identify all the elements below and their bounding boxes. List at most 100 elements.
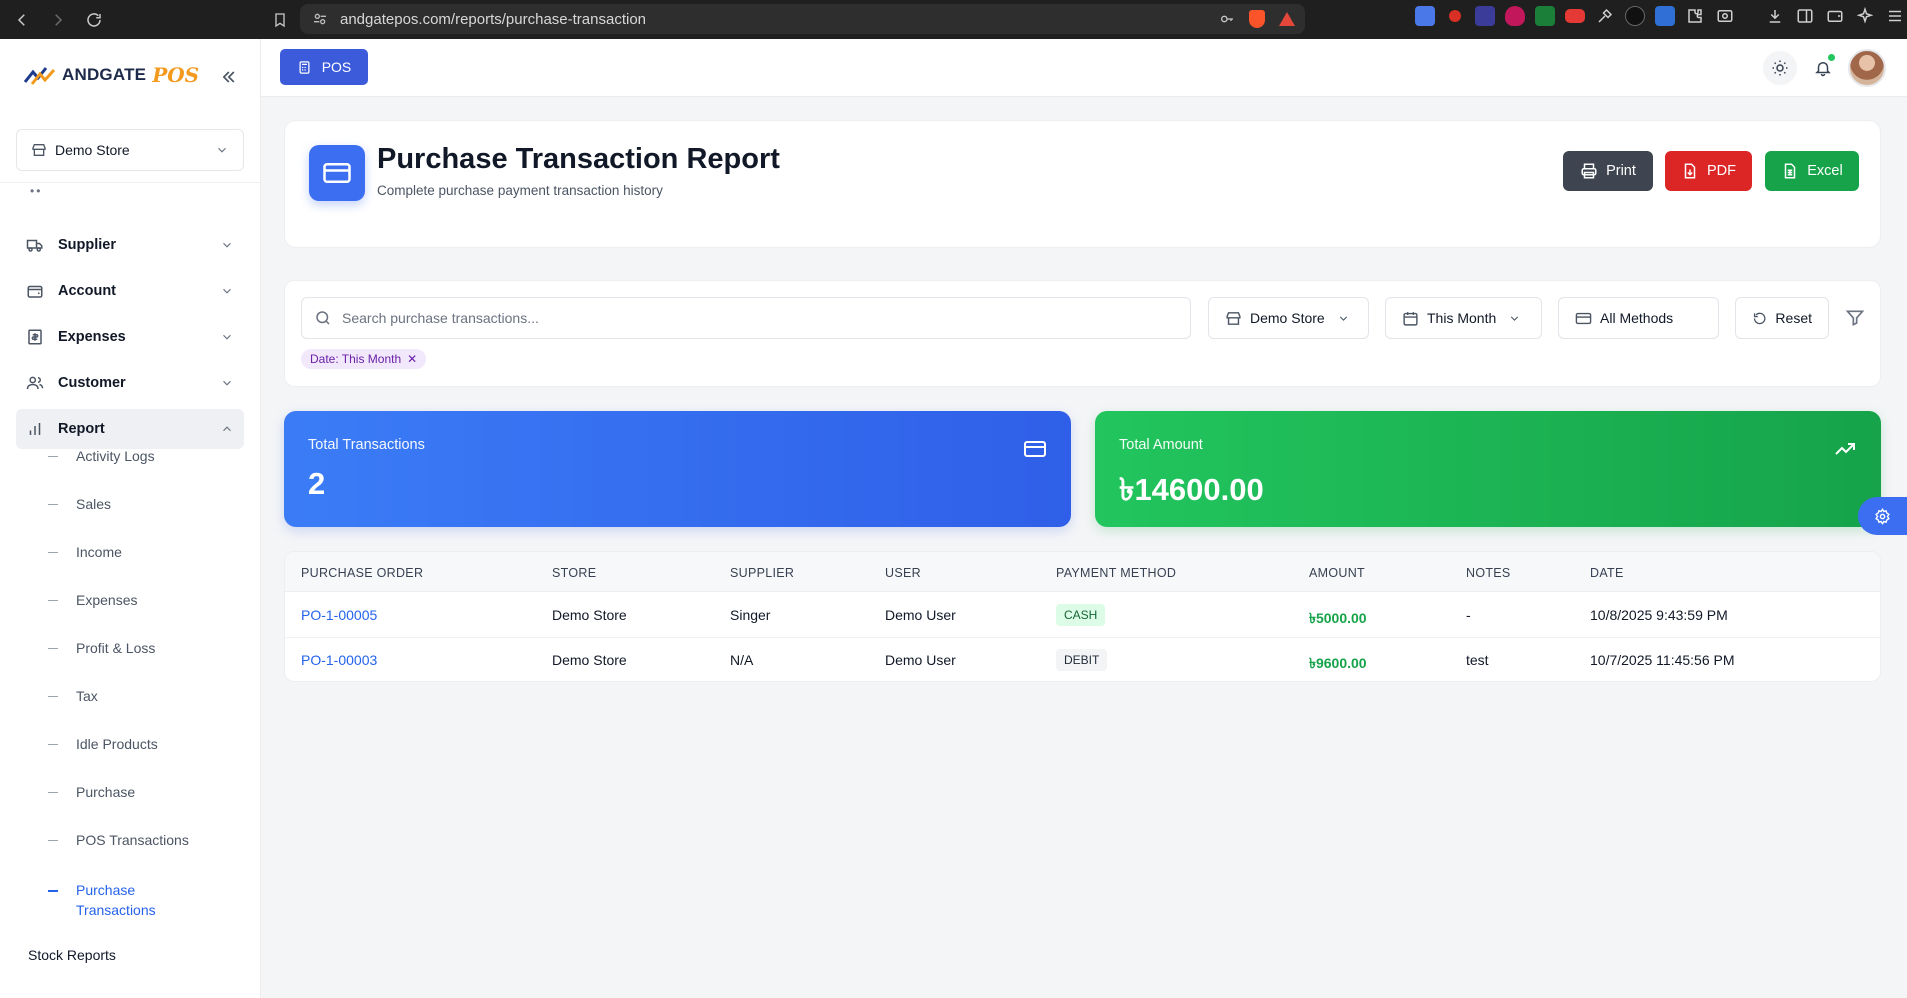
- pos-button[interactable]: POS: [280, 49, 368, 85]
- sidebar-subitem-sales[interactable]: Sales: [48, 496, 248, 512]
- column-header[interactable]: DATE: [1590, 566, 1624, 580]
- sidebar-subitem-pos-transactions[interactable]: POS Transactions: [48, 832, 248, 848]
- sidebar-item-stock-reports[interactable]: Stock Reports: [28, 947, 116, 963]
- period-filter-label: This Month: [1427, 310, 1497, 326]
- settings-float-button[interactable]: [1858, 497, 1907, 535]
- total-amount-value: ৳14600.00: [1119, 472, 1264, 507]
- gear-icon: [1875, 507, 1890, 525]
- sidebar-subitem-profit-loss[interactable]: Profit & Loss: [48, 640, 248, 656]
- brave-rewards-icon[interactable]: [1279, 12, 1295, 26]
- dark-extension-icon[interactable]: [1625, 6, 1645, 26]
- logo[interactable]: ANDGATE POS: [24, 63, 199, 87]
- sidebar-subitem-idle-products[interactable]: Idle Products: [48, 736, 248, 752]
- supplier-cell: N/A: [730, 652, 754, 668]
- store-cell: Demo Store: [552, 652, 627, 668]
- collapse-sidebar-icon[interactable]: [218, 67, 238, 87]
- menu-icon[interactable]: [1885, 6, 1905, 26]
- sidebar-subitem-income[interactable]: Income: [48, 544, 248, 560]
- sidebar-item-label: Account: [58, 283, 116, 299]
- date-filter-chip: Date: This Month ✕: [301, 349, 427, 369]
- sidebar-item-report[interactable]: Report: [16, 409, 244, 449]
- key-icon[interactable]: [1219, 11, 1235, 27]
- column-header[interactable]: AMOUNT: [1309, 566, 1365, 580]
- date-cell: 10/8/2025 9:43:59 PM: [1590, 607, 1728, 623]
- period-filter-select[interactable]: This Month: [1385, 297, 1542, 339]
- sidebar-item-account[interactable]: Account: [16, 271, 244, 311]
- filter-card: Demo Store This Month All Methods Reset …: [284, 280, 1881, 387]
- dash-icon: [48, 890, 58, 892]
- top-bar: POS: [261, 39, 1907, 97]
- picker-extension-icon[interactable]: [1595, 6, 1615, 26]
- pdf-button[interactable]: PDF: [1665, 151, 1752, 191]
- column-header[interactable]: SUPPLIER: [730, 566, 794, 580]
- arrow-right-icon: [55, 13, 63, 26]
- column-header[interactable]: NOTES: [1466, 566, 1511, 580]
- sidebar-toggle-icon[interactable]: [1795, 6, 1815, 26]
- address-bar[interactable]: andgatepos.com/reports/purchase-transact…: [300, 4, 1305, 34]
- sidebar-subitem-expenses[interactable]: Expenses: [48, 592, 248, 608]
- column-header[interactable]: PAYMENT METHOD: [1056, 566, 1176, 580]
- pos-button-label: POS: [321, 59, 352, 75]
- sidebar-item-customer[interactable]: Customer: [16, 363, 244, 403]
- reload-button[interactable]: [80, 6, 108, 34]
- store-filter-select[interactable]: Demo Store: [1208, 297, 1369, 339]
- store-selector[interactable]: Demo Store: [16, 129, 244, 171]
- sidebar-item-label: Report: [58, 421, 105, 437]
- red-dot-extension-icon[interactable]: [1445, 6, 1465, 26]
- column-header[interactable]: PURCHASE ORDER: [301, 566, 423, 580]
- print-button[interactable]: Print: [1563, 151, 1653, 191]
- column-header[interactable]: STORE: [552, 566, 596, 580]
- forward-button[interactable]: [44, 6, 72, 34]
- method-filter-select[interactable]: All Methods: [1558, 297, 1719, 339]
- purchase-order-link[interactable]: PO-1-00005: [301, 607, 377, 623]
- total-transactions-value: 2: [308, 466, 326, 501]
- brave-shield-icon[interactable]: [1249, 10, 1265, 28]
- table-row[interactable]: PO-1-00003 Demo Store N/A Demo User DEBI…: [285, 638, 1880, 681]
- translate-extension-icon[interactable]: [1415, 6, 1435, 26]
- sidebar-subitem-label: Activity Logs: [76, 448, 155, 464]
- reset-button[interactable]: Reset: [1735, 297, 1829, 339]
- sidebar-subitem-label: Expenses: [76, 592, 138, 608]
- download-icon[interactable]: [1765, 6, 1785, 26]
- trending-up-icon: [1835, 443, 1855, 455]
- table-row[interactable]: PO-1-00005 Demo Store Singer Demo User C…: [285, 593, 1880, 638]
- excel-button[interactable]: Excel: [1765, 151, 1859, 191]
- reload-icon: [87, 12, 101, 27]
- store-icon: [32, 144, 46, 156]
- back-button[interactable]: [8, 6, 36, 34]
- sidebar-subitem-tax[interactable]: Tax: [48, 688, 248, 704]
- puzzle-icon[interactable]: [1685, 6, 1705, 26]
- sidebar-subitem-activity-logs[interactable]: Activity Logs: [48, 448, 248, 464]
- dash-icon: [48, 504, 58, 505]
- bookmark-button[interactable]: [268, 8, 292, 32]
- green-grid-extension-icon[interactable]: [1535, 6, 1555, 26]
- arrow-left-icon: [17, 13, 25, 26]
- screenshot-icon[interactable]: [1715, 6, 1735, 26]
- dash-icon: [48, 552, 58, 553]
- sidebar-subitem-label: Purchase: [76, 784, 136, 800]
- filter-icon[interactable]: [1845, 308, 1865, 328]
- avatar[interactable]: [1848, 49, 1886, 87]
- print-button-label: Print: [1606, 163, 1636, 179]
- sidebar-item-supplier[interactable]: Supplier: [16, 225, 244, 265]
- wallet-browser-icon[interactable]: [1825, 6, 1845, 26]
- sidebar-subitem-purchase[interactable]: Purchase: [48, 784, 248, 800]
- transactions-table: PURCHASE ORDER STORE SUPPLIER USER PAYME…: [284, 551, 1881, 682]
- search-input[interactable]: [342, 310, 1162, 326]
- excel-button-label: Excel: [1807, 163, 1843, 179]
- search-box[interactable]: [301, 297, 1191, 339]
- badge-extension-icon[interactable]: [1475, 6, 1495, 26]
- notifications-button[interactable]: [1806, 51, 1840, 85]
- sidebar-item-expenses[interactable]: Expenses: [16, 317, 244, 357]
- purchase-order-link[interactable]: PO-1-00003: [301, 652, 377, 668]
- code-extension-icon[interactable]: [1655, 6, 1675, 26]
- theme-toggle-button[interactable]: [1763, 51, 1797, 85]
- sidebar-subitem-purchase-transactions[interactable]: Purchase Transactions: [48, 880, 158, 920]
- notes-cell: test: [1466, 652, 1489, 668]
- column-header[interactable]: USER: [885, 566, 921, 580]
- close-icon[interactable]: ✕: [407, 352, 417, 366]
- leo-ai-icon[interactable]: [1855, 6, 1875, 26]
- youtube-extension-icon[interactable]: [1565, 9, 1585, 23]
- chevron-down-icon: [1339, 315, 1347, 321]
- ublock-extension-icon[interactable]: [1505, 6, 1525, 26]
